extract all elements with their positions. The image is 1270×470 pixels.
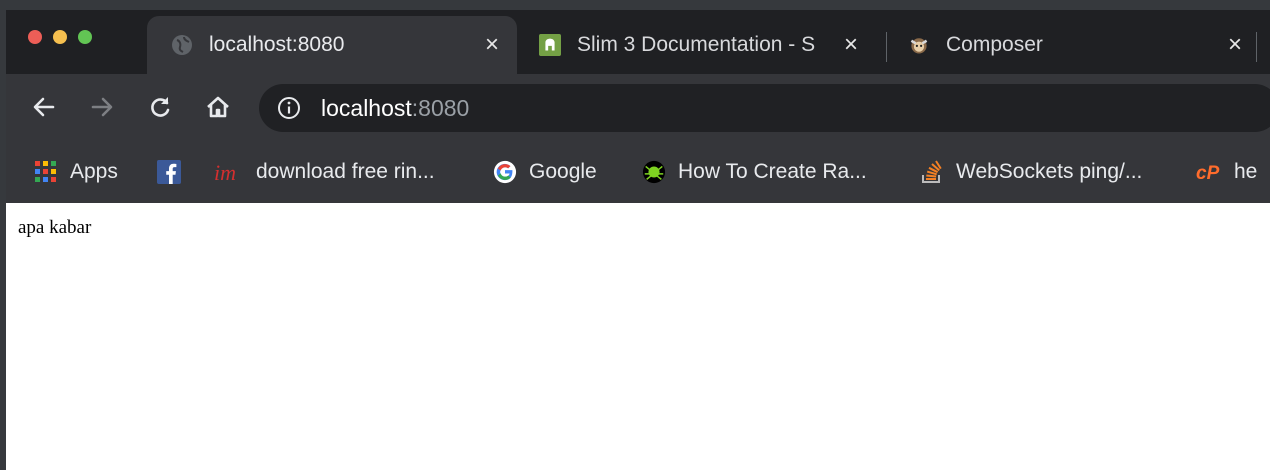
info-icon[interactable]	[277, 96, 301, 120]
composer-icon	[908, 34, 930, 56]
arrow-right-icon	[91, 97, 113, 117]
tab-divider	[1256, 32, 1257, 62]
im-icon: im	[214, 160, 244, 184]
bookmark-label: Google	[529, 159, 597, 183]
tab-strip: localhost:8080 × Slim 3 Documentation - …	[6, 10, 1270, 74]
forward-button[interactable]	[86, 91, 118, 123]
tab-title: Composer	[946, 33, 1043, 56]
tab-slim-docs[interactable]: Slim 3 Documentation - S ×	[517, 16, 872, 74]
cpanel-icon: cP	[1196, 160, 1226, 184]
page-content: apa kabar	[6, 203, 1270, 470]
browser-window: localhost:8080 × Slim 3 Documentation - …	[6, 10, 1270, 470]
svg-text:cP: cP	[1196, 163, 1220, 183]
bookmark-how-to-create[interactable]: How To Create Ra...	[642, 140, 867, 203]
tab-title: localhost:8080	[209, 33, 345, 56]
bookmark-label: he	[1234, 159, 1258, 183]
url-text: localhost:8080	[321, 95, 469, 122]
bookmark-label: How To Create Ra...	[678, 159, 867, 183]
toolbar: localhost:8080	[6, 74, 1270, 140]
close-tab-icon[interactable]: ×	[1228, 33, 1242, 57]
back-button[interactable]	[28, 91, 60, 123]
bookmark-facebook[interactable]	[157, 140, 193, 203]
arrow-left-icon	[33, 97, 55, 117]
maximize-window-button[interactable]	[78, 30, 92, 44]
window-controls	[28, 30, 92, 44]
url-host: localhost	[321, 95, 412, 121]
reload-button[interactable]	[144, 91, 176, 123]
close-window-button[interactable]	[28, 30, 42, 44]
bookmark-download-ringtones[interactable]: im download free rin...	[214, 140, 435, 203]
bookmark-websockets[interactable]: WebSockets ping/...	[920, 140, 1142, 203]
tab-localhost[interactable]: localhost:8080 ×	[147, 16, 517, 74]
bookmark-cpanel[interactable]: cP he	[1196, 140, 1257, 203]
bookmark-apps[interactable]: Apps	[34, 140, 118, 203]
stackoverflow-icon	[920, 159, 944, 184]
globe-icon	[171, 34, 193, 56]
facebook-icon	[157, 159, 181, 184]
home-icon	[207, 96, 229, 118]
tab-title: Slim 3 Documentation - S	[577, 33, 816, 56]
bookmark-google[interactable]: Google	[493, 140, 597, 203]
home-button[interactable]	[202, 91, 234, 123]
apps-grid-icon	[34, 160, 58, 184]
tab-composer[interactable]: Composer ×	[886, 16, 1256, 74]
close-tab-icon[interactable]: ×	[485, 33, 499, 57]
minimize-window-button[interactable]	[53, 30, 67, 44]
slim-icon	[539, 34, 561, 56]
page-body-text: apa kabar	[18, 217, 92, 238]
bookmark-label: download free rin...	[256, 159, 435, 183]
bookmark-label: WebSockets ping/...	[956, 159, 1143, 183]
url-port: :8080	[411, 95, 470, 121]
reload-icon	[151, 97, 170, 117]
bookmark-label: Apps	[70, 159, 118, 183]
spider-icon	[642, 160, 666, 184]
address-bar[interactable]: localhost:8080	[259, 84, 1270, 132]
svg-text:im: im	[214, 160, 236, 184]
google-icon	[493, 160, 517, 184]
close-tab-icon[interactable]: ×	[844, 33, 858, 57]
bookmarks-bar: Apps im download free rin... Google How …	[6, 140, 1270, 203]
